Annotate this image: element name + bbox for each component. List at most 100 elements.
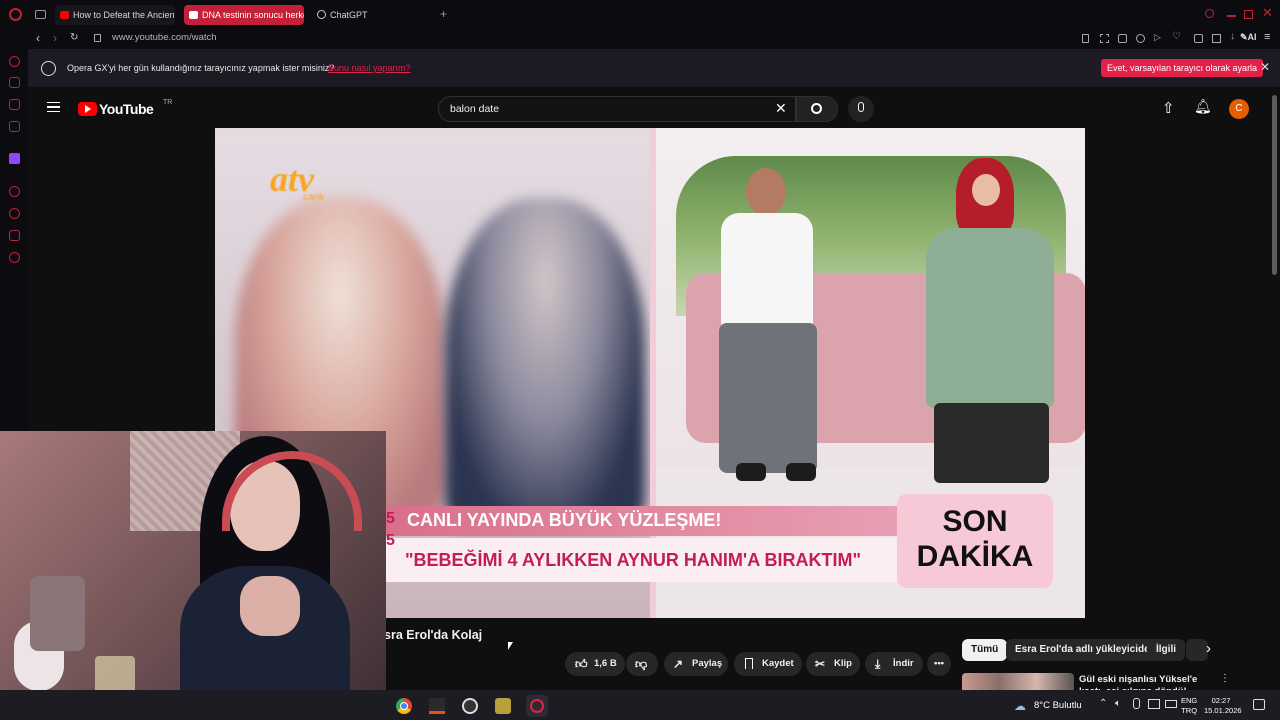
tab-dna-testinin[interactable]: DNA testinin sonucu herkes: [184, 5, 304, 25]
search-box[interactable]: balon date ✕: [438, 96, 796, 122]
tab-label: DNA testinin sonucu herkes: [202, 10, 304, 20]
voice-search-button[interactable]: [848, 96, 874, 122]
clear-search-icon[interactable]: ✕: [775, 100, 787, 117]
game-taskbar-icon[interactable]: [495, 698, 511, 714]
ai-button[interactable]: ✎AI: [1240, 32, 1257, 43]
thumbs-down-icon: 👎︎: [635, 657, 648, 671]
mic-tray-icon[interactable]: [1133, 698, 1140, 709]
youtube-logo-text: YouTube: [99, 101, 154, 117]
url-field[interactable]: www.youtube.com/watch: [112, 32, 217, 43]
battery-icon[interactable]: [1165, 700, 1177, 708]
banner-message: Opera GX'yi her gün kullandığınız tarayı…: [67, 63, 335, 73]
address-toolbar-icons: ▷ ♡ ↓: [1082, 31, 1238, 45]
search-button[interactable]: [796, 96, 838, 122]
play-icon[interactable]: ▷: [1154, 32, 1161, 43]
scissors-icon: ✂: [815, 657, 826, 671]
download-arrow-icon: ⤓: [875, 657, 881, 671]
tab-how-to-defeat[interactable]: How to Defeat the Ancient: [55, 5, 175, 25]
heart-icon[interactable]: ♡: [1172, 31, 1181, 42]
network-icon[interactable]: [1148, 699, 1160, 709]
download-button[interactable]: ⤓ İndir: [865, 652, 923, 676]
more-actions-button[interactable]: •••: [927, 652, 951, 676]
cursor-pointer-icon: [508, 642, 513, 650]
language-indicator[interactable]: ENG TRQ: [1181, 696, 1197, 716]
dislike-button[interactable]: 👎︎: [626, 652, 658, 676]
tab-label: How to Defeat the Ancient: [73, 10, 175, 20]
badge-line1: SON: [942, 505, 1008, 538]
atv-live: canlı: [303, 192, 325, 203]
ai-label: AI: [1247, 32, 1257, 42]
address-bar: ‹ › ↻ www.youtube.com/watch ▷ ♡ ↓ ✎AI ≡: [28, 29, 1280, 49]
search-input[interactable]: balon date: [450, 103, 499, 115]
sidebar-player-icon[interactable]: [9, 186, 20, 197]
tab-menu-icon[interactable]: [35, 10, 46, 19]
download-icon[interactable]: ↓: [1230, 31, 1235, 42]
close-window-icon[interactable]: ✕: [1262, 6, 1273, 20]
upload-icon[interactable]: ⇧: [1162, 99, 1175, 117]
new-tab-plus-icon[interactable]: +: [440, 8, 447, 20]
app-taskbar-icon[interactable]: [429, 698, 445, 714]
maximize-icon[interactable]: [1244, 10, 1253, 19]
save-button[interactable]: Kaydet: [734, 652, 802, 676]
reload-icon[interactable]: ↻: [70, 32, 78, 43]
hamburger-menu-icon[interactable]: [47, 102, 60, 112]
search-tabs-icon[interactable]: [1205, 9, 1214, 18]
youtube-favicon-icon: [189, 11, 198, 19]
clock-date: 15.01.2026: [1204, 706, 1242, 715]
share-label: Paylaş: [692, 658, 723, 669]
sidebar-twitch-icon[interactable]: [9, 153, 20, 164]
share-icon: ↗: [673, 657, 684, 671]
opera-logo-icon[interactable]: [9, 8, 22, 21]
minimize-icon[interactable]: [1227, 15, 1236, 17]
clock[interactable]: 02:27 15.01.2026: [1204, 696, 1242, 716]
volume-icon[interactable]: 🔈︎: [1115, 698, 1121, 709]
tab-chatgpt[interactable]: ChatGPT: [312, 5, 432, 25]
cloud-icon: ☁: [1014, 699, 1026, 713]
avatar[interactable]: C: [1229, 99, 1249, 119]
notifications-bell-icon[interactable]: 🔔︎: [1194, 98, 1212, 115]
lower-third-top: CANLI YAYINDA BÜYÜK YÜZLEŞME!: [375, 506, 905, 536]
vpn-icon[interactable]: [1136, 34, 1145, 43]
jar: [30, 576, 85, 651]
sidebar-refresh-icon[interactable]: [9, 56, 20, 67]
menu-lines-icon[interactable]: ≡: [1264, 31, 1270, 43]
chip-related[interactable]: İlgili: [1147, 639, 1185, 661]
tray-chevron-icon[interactable]: ⌃: [1099, 698, 1107, 709]
banner-help-link[interactable]: Bunu nasıl yaparım?: [328, 63, 411, 73]
set-default-button[interactable]: Evet, varsayılan tarayıcı olarak ayarla: [1101, 59, 1264, 77]
more-horizontal-icon: •••: [934, 658, 944, 669]
like-button[interactable]: 👍︎ 1,6 B: [565, 652, 625, 676]
sidebar-extensions-icon[interactable]: [9, 230, 20, 241]
wallet-icon[interactable]: [1212, 34, 1221, 43]
opera-banner-icon: [41, 61, 56, 76]
snapshot-icon[interactable]: [1100, 34, 1109, 43]
clock-time: 02:27: [1211, 696, 1231, 705]
sidebar-history-icon[interactable]: [9, 208, 20, 219]
notifications-icon[interactable]: [1253, 699, 1265, 710]
bookmark-icon: [745, 658, 753, 669]
sidebar-news-icon[interactable]: [9, 121, 20, 132]
chips-next-icon[interactable]: ›: [1206, 640, 1211, 657]
obs-taskbar-icon[interactable]: [462, 698, 478, 714]
chip-all[interactable]: Tümü: [962, 639, 1008, 661]
sidebar-bag-icon[interactable]: [9, 77, 20, 88]
forward-icon[interactable]: ›: [53, 31, 57, 45]
lower-third-headline: CANLI YAYINDA BÜYÜK YÜZLEŞME!: [407, 510, 722, 530]
back-icon[interactable]: ‹: [36, 31, 40, 45]
scrollbar[interactable]: [1272, 95, 1277, 275]
sidebar-settings-icon[interactable]: [9, 252, 20, 263]
woman-guest: [916, 158, 1066, 498]
windows-taskbar: ☁ 8°C Bulutlu ⌃ 🔈︎ ENG TRQ 02:27 15.01.2…: [0, 690, 1280, 720]
recommendation-more-icon[interactable]: ⋮: [1220, 673, 1230, 684]
share-button[interactable]: ↗ Paylaş: [664, 652, 728, 676]
clip-button[interactable]: ✂ Klip: [806, 652, 860, 676]
banner-close-icon[interactable]: ✕: [1260, 60, 1270, 74]
pin-icon[interactable]: [1082, 34, 1089, 43]
chip-uploader[interactable]: Esra Erol'da adlı yükleyiciden: [1006, 639, 1165, 661]
extensions-icon[interactable]: [1194, 34, 1203, 43]
opera-taskbar-icon[interactable]: [526, 695, 548, 717]
browser-tab-bar: How to Defeat the Ancient DNA testinin s…: [0, 0, 1280, 29]
chrome-taskbar-icon[interactable]: [396, 698, 412, 714]
adblock-icon[interactable]: [1118, 34, 1127, 43]
sidebar-messenger-icon[interactable]: [9, 99, 20, 110]
